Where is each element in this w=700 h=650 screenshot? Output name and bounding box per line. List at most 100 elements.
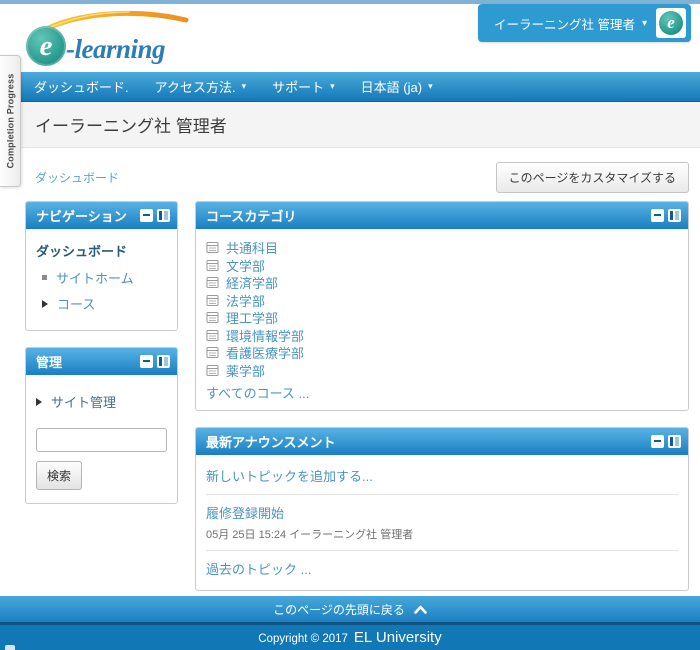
administration-block-header: 管理 bbox=[26, 348, 177, 375]
customize-page-button[interactable]: このページをカスタマイズする bbox=[496, 162, 689, 193]
docked-item-remnant[interactable] bbox=[5, 645, 15, 650]
category-link[interactable]: 共通科目 bbox=[226, 238, 278, 257]
left-column: ナビゲーション ダッシュボード サイトホーム コース 管理 bbox=[25, 201, 178, 596]
nav-item-access-methods[interactable]: アクセス方法. ▾ bbox=[142, 72, 260, 101]
navigation-block: ナビゲーション ダッシュボード サイトホーム コース bbox=[25, 201, 178, 331]
triangle-right-icon bbox=[42, 300, 48, 308]
logo-wordmark: -learning bbox=[66, 34, 165, 65]
dock-icon[interactable] bbox=[157, 355, 170, 368]
course-categories-content: 共通科目 文学部 bbox=[196, 229, 688, 410]
topic-meta: 05月 25日 15:24 イーラーニング社 管理者 bbox=[206, 526, 678, 542]
footer: このページの先頭に戻る Copyright © 2017 EL Universi… bbox=[0, 596, 700, 650]
caret-down-icon: ▾ bbox=[242, 81, 247, 92]
nav-tree-dashboard-link[interactable]: ダッシュボード bbox=[36, 241, 167, 260]
search-button[interactable]: 検索 bbox=[36, 461, 82, 490]
category-link[interactable]: 薬学部 bbox=[226, 361, 265, 380]
category-grid-icon bbox=[206, 329, 219, 342]
category-row: 経済学部 bbox=[206, 274, 678, 292]
right-column: コースカテゴリ bbox=[195, 201, 689, 596]
collapse-icon[interactable] bbox=[651, 209, 664, 222]
divider bbox=[206, 550, 678, 551]
page-title: イーラーニング社 管理者 bbox=[35, 112, 227, 137]
category-row: 共通科目 bbox=[206, 239, 678, 257]
category-grid-icon bbox=[206, 364, 219, 377]
navigation-block-header: ナビゲーション bbox=[26, 202, 177, 229]
course-categories-block-header: コースカテゴリ bbox=[196, 202, 688, 229]
nav-item-label: サポート bbox=[272, 77, 324, 96]
main-navbar: ダッシュボード. アクセス方法. ▾ サポート ▾ 日本語 (ja) ▾ bbox=[0, 72, 700, 102]
square-bullet-icon bbox=[42, 275, 47, 280]
category-link[interactable]: 法学部 bbox=[226, 291, 265, 310]
nav-tree-courses[interactable]: コース bbox=[42, 294, 167, 313]
dock-icon[interactable] bbox=[157, 209, 170, 222]
site-administration-link[interactable]: サイト管理 bbox=[51, 392, 116, 411]
logo-e-badge-icon: e bbox=[26, 26, 66, 66]
category-list: 共通科目 文学部 bbox=[206, 239, 678, 379]
category-row: 環境情報学部 bbox=[206, 327, 678, 345]
breadcrumb-row: ダッシュボード このページをカスタマイズする bbox=[0, 148, 700, 201]
category-link[interactable]: 経済学部 bbox=[226, 273, 278, 292]
copyright-organization: EL University bbox=[354, 629, 442, 646]
category-grid-icon bbox=[206, 241, 219, 254]
collapse-icon[interactable] bbox=[651, 435, 664, 448]
dock-tab-label: Completion Progress bbox=[5, 74, 15, 169]
avatar-e-logo-icon: e bbox=[659, 11, 683, 35]
category-row: 理工学部 bbox=[206, 309, 678, 327]
course-categories-block: コースカテゴリ bbox=[195, 201, 689, 411]
nav-item-support[interactable]: サポート ▾ bbox=[259, 72, 348, 101]
announcements-content: 新しいトピックを追加する... 履修登録開始 05月 25日 15:24 イーラ… bbox=[196, 455, 688, 590]
administration-block-content: サイト管理 検索 bbox=[26, 375, 177, 503]
category-grid-icon bbox=[206, 311, 219, 324]
nav-item-dashboard[interactable]: ダッシュボード. bbox=[21, 72, 142, 101]
category-link[interactable]: 環境情報学部 bbox=[226, 326, 304, 345]
add-new-topic-link[interactable]: 新しいトピックを追加する... bbox=[206, 466, 678, 485]
nav-item-language[interactable]: 日本語 (ja) ▾ bbox=[348, 72, 446, 101]
announcements-block: 最新アナウンスメント 新しいトピックを追加する... 履修登録開始 05月 25… bbox=[195, 427, 689, 591]
dock-icon[interactable] bbox=[668, 209, 681, 222]
back-to-top-bar: このページの先頭に戻る bbox=[0, 596, 700, 622]
category-row: 文学部 bbox=[206, 257, 678, 275]
nav-item-label: 日本語 (ja) bbox=[361, 77, 422, 96]
site-home-link[interactable]: サイトホーム bbox=[56, 268, 134, 287]
older-topics-link[interactable]: 過去のトピック ... bbox=[206, 559, 678, 578]
page-heading-bar: イーラーニング社 管理者 bbox=[0, 102, 700, 148]
category-row: 薬学部 bbox=[206, 362, 678, 380]
block-title: 最新アナウンスメント bbox=[206, 432, 647, 451]
category-grid-icon bbox=[206, 346, 219, 359]
all-courses-link[interactable]: すべてのコース ... bbox=[206, 383, 678, 400]
user-avatar: e bbox=[656, 8, 686, 38]
nav-tree-site-home[interactable]: サイトホーム bbox=[42, 268, 167, 287]
caret-down-icon: ▾ bbox=[428, 81, 433, 92]
category-grid-icon bbox=[206, 294, 219, 307]
admin-search-input[interactable] bbox=[36, 428, 167, 452]
category-row: 看護医療学部 bbox=[206, 344, 678, 362]
triangle-right-icon bbox=[36, 398, 42, 406]
admin-tree-site-administration[interactable]: サイト管理 bbox=[36, 392, 167, 411]
breadcrumb-dashboard-link[interactable]: ダッシュボード bbox=[35, 169, 119, 186]
category-link[interactable]: 理工学部 bbox=[226, 308, 278, 327]
user-menu-button[interactable]: イーラーニング社 管理者 ▾ e bbox=[478, 4, 691, 42]
e-learning-logo[interactable]: e -learning bbox=[26, 10, 211, 68]
collapse-icon[interactable] bbox=[140, 355, 153, 368]
dock-tab-completion-progress[interactable]: Completion Progress bbox=[0, 55, 21, 187]
announcements-block-header: 最新アナウンスメント bbox=[196, 428, 688, 455]
block-title: 管理 bbox=[36, 352, 136, 371]
user-menu-label: イーラーニング社 管理者 bbox=[494, 14, 635, 33]
block-title: ナビゲーション bbox=[36, 206, 136, 225]
main-content: ナビゲーション ダッシュボード サイトホーム コース 管理 bbox=[0, 201, 700, 596]
collapse-icon[interactable] bbox=[140, 209, 153, 222]
dock-icon[interactable] bbox=[668, 435, 681, 448]
back-to-top-label: このページの先頭に戻る bbox=[273, 601, 405, 618]
category-link[interactable]: 看護医療学部 bbox=[226, 343, 304, 362]
category-grid-icon bbox=[206, 259, 219, 272]
nav-item-label: ダッシュボード. bbox=[34, 77, 129, 96]
footer-main: Copyright © 2017 EL University bbox=[0, 625, 700, 650]
block-title: コースカテゴリ bbox=[206, 206, 647, 225]
navigation-block-content: ダッシュボード サイトホーム コース bbox=[26, 229, 177, 330]
category-row: 法学部 bbox=[206, 292, 678, 310]
courses-link[interactable]: コース bbox=[57, 294, 95, 313]
back-to-top-link[interactable]: このページの先頭に戻る bbox=[273, 601, 427, 618]
category-link[interactable]: 文学部 bbox=[226, 256, 265, 275]
chevron-up-icon bbox=[414, 605, 427, 614]
topic-title-link[interactable]: 履修登録開始 bbox=[206, 503, 678, 522]
